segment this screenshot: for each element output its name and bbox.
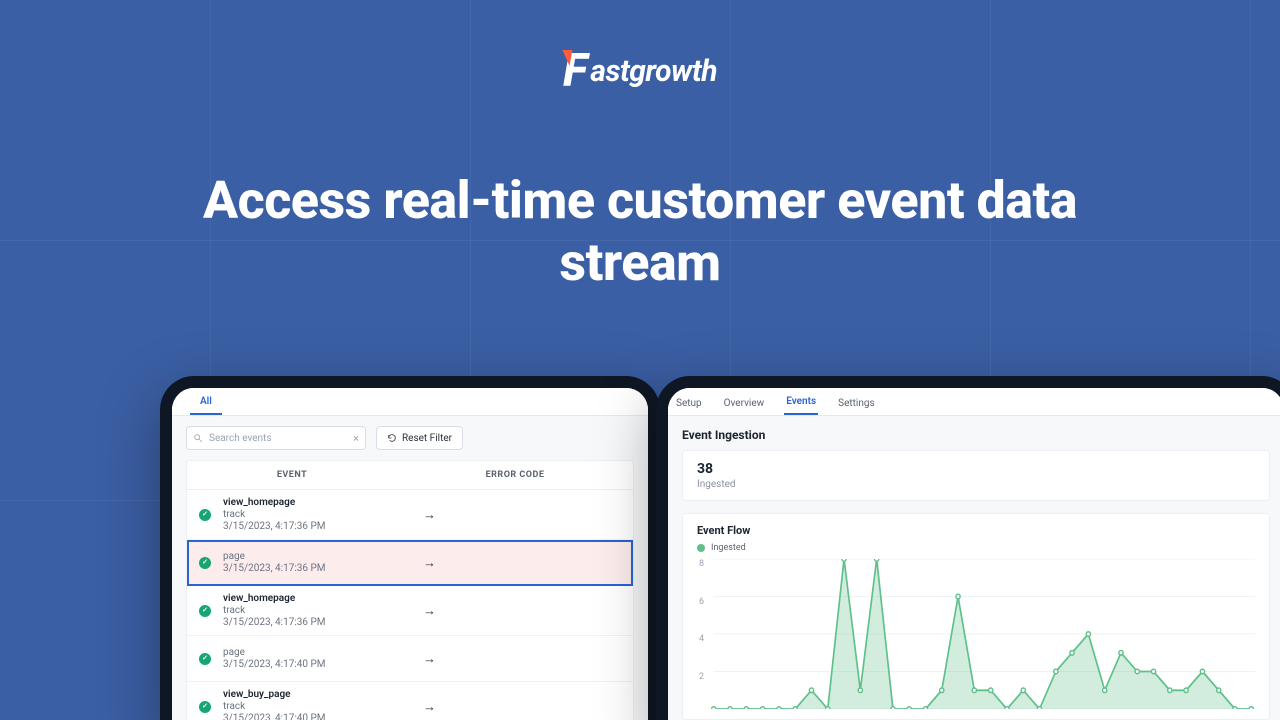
arrow-right-icon: → bbox=[423, 699, 436, 715]
event-timestamp: 3/15/2023, 4:17:36 PM bbox=[223, 563, 413, 574]
legend-dot-icon bbox=[697, 544, 705, 552]
event-cell: view_homepagetrack3/15/2023, 4:17:36 PM bbox=[223, 497, 413, 532]
ingestion-panel: Setup Overview Events Settings Event Ing… bbox=[656, 376, 1280, 720]
tab-settings[interactable]: Settings bbox=[836, 392, 877, 415]
table-row[interactable]: view_homepagetrack3/15/2023, 4:17:36 PM → bbox=[187, 490, 633, 540]
event-timestamp: 3/15/2023, 4:17:40 PM bbox=[223, 659, 413, 670]
tab-setup[interactable]: Setup bbox=[674, 392, 704, 415]
y-tick: 8 bbox=[699, 559, 704, 569]
events-table: EVENT ERROR CODE view_homepagetrack3/15/… bbox=[186, 460, 634, 720]
tab-overview[interactable]: Overview bbox=[722, 392, 767, 415]
event-cell: view_homepagetrack3/15/2023, 4:17:36 PM bbox=[223, 593, 413, 628]
chart-svg bbox=[697, 559, 1255, 709]
table-row[interactable]: page3/15/2023, 4:17:40 PM → bbox=[187, 636, 633, 682]
status-success-icon bbox=[199, 557, 211, 569]
event-timestamp: 3/15/2023, 4:17:36 PM bbox=[223, 617, 413, 628]
tab-all[interactable]: All bbox=[190, 390, 222, 415]
tab-events[interactable]: Events bbox=[784, 390, 818, 415]
event-timestamp: 3/15/2023, 4:17:36 PM bbox=[223, 521, 413, 532]
event-name: view_buy_page bbox=[223, 689, 413, 700]
col-event: EVENT bbox=[187, 461, 397, 489]
event-timestamp: 3/15/2023, 4:17:40 PM bbox=[223, 713, 413, 720]
arrow-right-icon: → bbox=[423, 507, 436, 523]
arrow-right-icon: → bbox=[423, 555, 436, 571]
chart-card: Event Flow Ingested 8 6 4 2 bbox=[682, 513, 1270, 720]
y-tick: 2 bbox=[699, 672, 704, 682]
arrow-right-icon: → bbox=[423, 651, 436, 667]
table-row[interactable]: view_homepagetrack3/15/2023, 4:17:36 PM → bbox=[187, 586, 633, 636]
events-panel: All Search events × Reset Filter EVENT E… bbox=[160, 376, 660, 720]
search-placeholder: Search events bbox=[209, 433, 271, 444]
chart-title: Event Flow bbox=[697, 524, 1255, 537]
brand-logo: F astgrowth bbox=[563, 44, 717, 98]
y-tick: 6 bbox=[699, 597, 704, 607]
event-name: view_homepage bbox=[223, 497, 413, 508]
event-kind: track bbox=[223, 701, 413, 712]
brand-mark: F bbox=[563, 44, 586, 98]
col-error-code: ERROR CODE bbox=[397, 461, 633, 489]
chart-legend: Ingested bbox=[697, 543, 1255, 553]
status-success-icon bbox=[199, 701, 211, 713]
reset-filter-label: Reset Filter bbox=[402, 433, 452, 444]
event-kind: track bbox=[223, 509, 413, 520]
reset-icon bbox=[387, 433, 397, 443]
legend-ingested-label: Ingested bbox=[711, 543, 746, 553]
page-headline: Access real-time customer event data str… bbox=[190, 170, 1090, 295]
status-success-icon bbox=[199, 509, 211, 521]
ingestion-tabs: Setup Overview Events Settings bbox=[668, 388, 1280, 416]
status-success-icon bbox=[199, 605, 211, 617]
event-kind: page bbox=[223, 647, 413, 658]
event-name: view_homepage bbox=[223, 593, 413, 604]
event-flow-chart: 8 6 4 2 bbox=[697, 559, 1255, 709]
filter-bar: Search events × Reset Filter bbox=[172, 416, 648, 460]
status-success-icon bbox=[199, 653, 211, 665]
search-input[interactable]: Search events × bbox=[186, 426, 366, 450]
table-row[interactable]: view_buy_pagetrack3/15/2023, 4:17:40 PM → bbox=[187, 682, 633, 720]
brand-name: astgrowth bbox=[590, 54, 717, 89]
clear-search-icon[interactable]: × bbox=[353, 432, 359, 445]
search-icon bbox=[193, 433, 203, 443]
event-cell: page3/15/2023, 4:17:40 PM bbox=[223, 647, 413, 670]
event-kind: track bbox=[223, 605, 413, 616]
event-cell: view_buy_pagetrack3/15/2023, 4:17:40 PM bbox=[223, 689, 413, 720]
table-row[interactable]: page3/15/2023, 4:17:36 PM → bbox=[187, 540, 633, 586]
events-table-head: EVENT ERROR CODE bbox=[187, 461, 633, 490]
section-title: Event Ingestion bbox=[668, 416, 1280, 450]
event-kind: page bbox=[223, 551, 413, 562]
y-tick: 4 bbox=[699, 634, 704, 644]
kpi-value: 38 bbox=[697, 461, 1255, 477]
arrow-right-icon: → bbox=[423, 603, 436, 619]
events-tabs: All bbox=[172, 388, 648, 416]
event-cell: page3/15/2023, 4:17:36 PM bbox=[223, 551, 413, 574]
reset-filter-button[interactable]: Reset Filter bbox=[376, 426, 463, 450]
kpi-card: 38 Ingested bbox=[682, 450, 1270, 501]
kpi-label: Ingested bbox=[697, 479, 1255, 490]
